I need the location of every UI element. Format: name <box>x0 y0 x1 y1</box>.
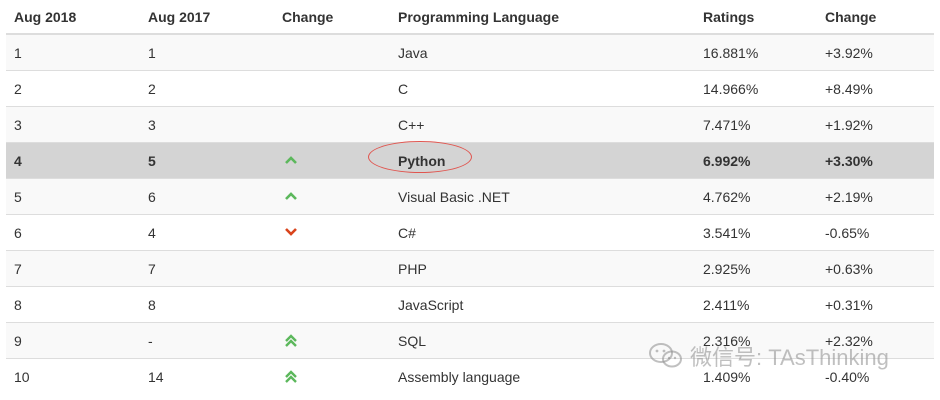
language-cell: C# <box>390 214 695 251</box>
change-icon-cell <box>274 358 390 394</box>
rank-2017-cell: 1 <box>140 33 274 71</box>
header-row: Aug 2018 Aug 2017 Change Programming Lan… <box>6 0 934 35</box>
change-cell: +2.19% <box>817 178 934 215</box>
header-ratings[interactable]: Ratings <box>695 0 817 35</box>
header-change[interactable]: Change <box>274 0 390 35</box>
highlight-circle <box>368 140 472 173</box>
watermark: 微信号: TAsThinking <box>648 342 889 370</box>
change-icon-cell <box>274 250 390 287</box>
change-cell: +1.92% <box>817 106 934 143</box>
rank-2017-cell: 2 <box>140 70 274 107</box>
header-change-pct[interactable]: Change <box>817 0 934 35</box>
language-cell: Java <box>390 33 695 71</box>
rank-2017-cell: 7 <box>140 250 274 287</box>
rank-2018-cell: 6 <box>6 214 140 251</box>
rank-2018-cell: 4 <box>6 142 140 179</box>
rank-2017-cell: 5 <box>140 142 274 179</box>
rank-2018-cell: 2 <box>6 70 140 107</box>
change-icon-cell <box>274 106 390 143</box>
change-icon-cell <box>274 286 390 323</box>
language-cell: Python <box>368 140 695 179</box>
change-cell: -0.65% <box>817 214 934 251</box>
rank-2018-cell: 1 <box>6 33 140 71</box>
double-up-icon <box>284 370 300 384</box>
table-row[interactable]: 6 4 C# 3.541% -0.65% <box>6 214 934 251</box>
table-row[interactable]: 5 6 Visual Basic .NET 4.762% +2.19% <box>6 178 934 215</box>
header-aug2017[interactable]: Aug 2017 <box>140 0 274 35</box>
up-icon <box>284 190 300 204</box>
rank-2018-cell: 9 <box>6 322 140 359</box>
highlighted-language: Python <box>368 140 472 173</box>
header-aug2018[interactable]: Aug 2018 <box>6 0 140 35</box>
change-icon-cell <box>274 70 390 107</box>
change-icon-cell <box>274 322 390 359</box>
table-row[interactable]: 4 5 Python 6.992% +3.30% <box>6 140 934 179</box>
rank-2017-cell: 14 <box>140 358 274 394</box>
table-row[interactable]: 8 8 JavaScript 2.411% +0.31% <box>6 286 934 323</box>
change-cell: +0.31% <box>817 286 934 323</box>
language-cell: PHP <box>390 250 695 287</box>
language-cell: Visual Basic .NET <box>390 178 695 215</box>
change-icon-cell <box>274 214 390 251</box>
watermark-text: 微信号: TAsThinking <box>690 345 889 370</box>
change-cell: +3.92% <box>817 33 934 71</box>
change-cell: +8.49% <box>817 70 934 107</box>
language-cell: C++ <box>390 106 695 143</box>
rank-2017-cell: 8 <box>140 286 274 323</box>
rank-2017-cell: 6 <box>140 178 274 215</box>
ranking-table: Aug 2018 Aug 2017 Change Programming Lan… <box>6 0 934 394</box>
rating-cell: 2.925% <box>695 250 817 287</box>
rating-cell: 14.966% <box>695 70 817 107</box>
rank-2018-cell: 3 <box>6 106 140 143</box>
change-icon-cell <box>274 178 390 215</box>
change-icon-cell <box>274 33 390 71</box>
rating-cell: 4.762% <box>695 178 817 215</box>
rating-cell: 6.992% <box>695 142 817 179</box>
rank-2017-cell: 3 <box>140 106 274 143</box>
rating-cell: 7.471% <box>695 106 817 143</box>
rank-2018-cell: 10 <box>6 358 140 394</box>
table-row[interactable]: 2 2 C 14.966% +8.49% <box>6 70 934 107</box>
rating-cell: 16.881% <box>695 33 817 71</box>
rank-2018-cell: 5 <box>6 178 140 215</box>
down-icon <box>284 226 300 240</box>
table-row[interactable]: 3 3 C++ 7.471% +1.92% <box>6 106 934 143</box>
language-cell: C <box>390 70 695 107</box>
double-up-icon <box>284 334 300 348</box>
change-cell: +3.30% <box>817 142 934 179</box>
language-cell: JavaScript <box>390 286 695 323</box>
rating-cell: 3.541% <box>695 214 817 251</box>
change-cell: +0.63% <box>817 250 934 287</box>
rating-cell: 2.411% <box>695 286 817 323</box>
wechat-icon <box>648 342 684 370</box>
rank-2018-cell: 7 <box>6 250 140 287</box>
table-row[interactable]: 7 7 PHP 2.925% +0.63% <box>6 250 934 287</box>
header-language[interactable]: Programming Language <box>390 0 695 35</box>
up-icon <box>284 154 300 168</box>
rank-2017-cell: 4 <box>140 214 274 251</box>
rank-2017-cell: - <box>140 322 274 359</box>
rank-2018-cell: 8 <box>6 286 140 323</box>
table-row[interactable]: 1 1 Java 16.881% +3.92% <box>6 33 934 71</box>
